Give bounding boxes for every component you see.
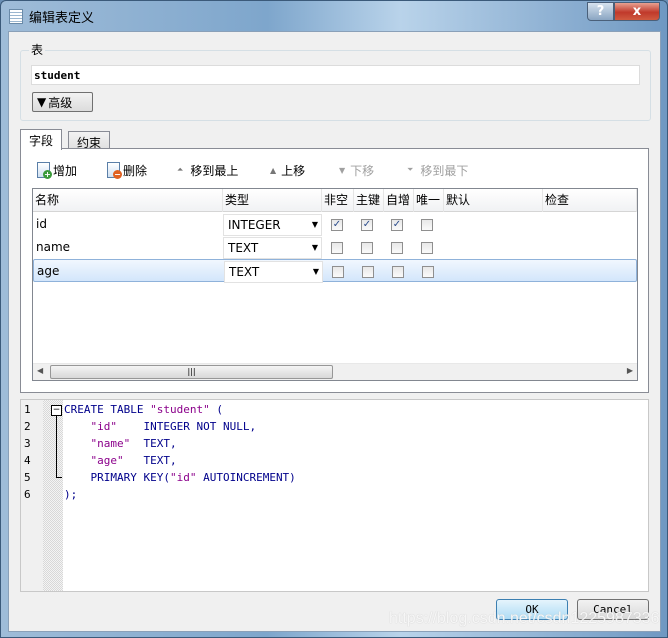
type-value: INTEGER <box>228 218 281 232</box>
checkbox-autoinc[interactable] <box>392 266 404 278</box>
table-row[interactable]: name TEXT ▼ <box>33 236 637 259</box>
checkbox-autoinc[interactable]: ✓ <box>391 219 403 231</box>
move-down-label: 下移 <box>350 163 375 178</box>
field-default[interactable] <box>445 260 544 283</box>
code-line: "name" TEXT, <box>90 437 177 450</box>
advanced-label: 高级 <box>48 95 73 110</box>
dialog-window: 编辑表定义 ? x 表 student ▼ 高级 字段 约束 + 增加 − 删除… <box>0 0 668 638</box>
line-number: 1 <box>24 403 31 416</box>
line-number: 6 <box>24 488 31 501</box>
fold-collapse-icon[interactable]: − <box>51 405 62 416</box>
type-select[interactable]: TEXT ▼ <box>223 237 322 259</box>
table-group <box>20 50 651 121</box>
delete-label: 删除 <box>123 163 148 178</box>
tab-fields[interactable]: 字段 <box>20 129 63 150</box>
title-bar: 编辑表定义 <box>9 7 95 26</box>
checkbox-pk[interactable] <box>362 266 374 278</box>
code-line: ); <box>64 488 78 501</box>
checkbox-not-null[interactable] <box>332 266 344 278</box>
table-name-input[interactable]: student <box>31 65 640 85</box>
delete-field-button[interactable]: − 删除 <box>107 161 147 179</box>
line-number: 4 <box>24 454 31 467</box>
type-value: TEXT <box>229 265 260 279</box>
field-check[interactable] <box>543 236 637 259</box>
move-up-button[interactable]: ▲ 上移 <box>270 161 305 179</box>
code-line: CREATE TABLE "student" ( <box>64 403 223 416</box>
field-default[interactable] <box>444 213 543 236</box>
window-title: 编辑表定义 <box>29 10 95 26</box>
col-pk[interactable]: 主键 <box>354 189 384 212</box>
code-line: "age" TEXT, <box>90 454 177 467</box>
delete-icon: − <box>107 162 122 179</box>
arrow-up-icon: ▲ <box>270 165 277 175</box>
advanced-button[interactable]: ▼ 高级 <box>32 92 93 112</box>
move-down-button[interactable]: ▼ 下移 <box>339 161 374 179</box>
checkbox-pk[interactable]: ✓ <box>361 219 373 231</box>
scroll-left-icon[interactable]: ◀ <box>37 366 43 375</box>
scrollbar-thumb[interactable]: ||| <box>50 365 333 379</box>
chevron-down-icon: ▼ <box>312 267 319 276</box>
line-number: 3 <box>24 437 31 450</box>
checkbox-pk[interactable] <box>361 242 373 254</box>
move-top-icon: ⏶ <box>177 165 184 174</box>
triangle-down-icon: ▼ <box>37 95 47 109</box>
add-label: 增加 <box>53 163 78 178</box>
line-number: 5 <box>24 471 31 484</box>
move-bottom-label: 移到最下 <box>420 163 469 178</box>
horizontal-scrollbar[interactable]: ◀ ||| ▶ <box>33 363 637 380</box>
move-bottom-button[interactable]: ⏷ 移到最下 <box>407 161 468 179</box>
fields-grid: 名称 类型 非空 主键 自增 唯一 默认 检查 id INTEGER ▼ ✓ ✓ ✓ n… <box>32 188 638 381</box>
col-default[interactable]: 默认 <box>444 189 543 212</box>
col-unique[interactable]: 唯一 <box>414 189 444 212</box>
move-bottom-icon: ⏷ <box>407 165 414 174</box>
move-up-label: 上移 <box>281 163 306 178</box>
code-line: "id" INTEGER NOT NULL, <box>90 420 257 433</box>
line-number: 2 <box>24 420 31 433</box>
type-value: TEXT <box>228 241 259 255</box>
watermark: https://blog.csdn.net/csdn1225987336 <box>389 610 660 627</box>
checkbox-autoinc[interactable] <box>391 242 403 254</box>
type-select[interactable]: TEXT ▼ <box>224 261 323 283</box>
checkbox-unique[interactable] <box>421 219 433 231</box>
chevron-down-icon: ▼ <box>311 243 318 252</box>
type-select[interactable]: INTEGER ▼ <box>223 214 322 236</box>
scroll-right-icon[interactable]: ▶ <box>627 366 633 375</box>
dialog-body: 表 student ▼ 高级 字段 约束 + 增加 − 删除 ⏶ 移到最上 ▲ … <box>8 31 661 632</box>
tab-constraints[interactable]: 约束 <box>68 131 111 150</box>
checkbox-unique[interactable] <box>421 242 433 254</box>
field-default[interactable] <box>444 236 543 259</box>
field-check[interactable] <box>543 213 637 236</box>
col-name[interactable]: 名称 <box>33 189 223 212</box>
table-group-label: 表 <box>29 41 46 58</box>
chevron-down-icon: ▼ <box>311 220 318 229</box>
checkbox-unique[interactable] <box>422 266 434 278</box>
add-field-button[interactable]: + 增加 <box>37 161 77 179</box>
arrow-down-icon: ▼ <box>339 165 346 175</box>
code-line: PRIMARY KEY("id" AUTOINCREMENT) <box>64 471 296 484</box>
move-top-label: 移到最上 <box>190 163 239 178</box>
move-top-button[interactable]: ⏶ 移到最上 <box>177 161 238 179</box>
sql-source[interactable]: CREATE TABLE "student" ( "id" INTEGER NO… <box>64 401 296 503</box>
close-button[interactable]: x <box>614 2 660 21</box>
col-check[interactable]: 检查 <box>543 189 637 212</box>
col-not-null[interactable]: 非空 <box>322 189 354 212</box>
grid-header: 名称 类型 非空 主键 自增 唯一 默认 检查 <box>33 189 637 212</box>
fields-panel: + 增加 − 删除 ⏶ 移到最上 ▲ 上移 ▼ 下移 ⏷ 移到最下 名称 类型 <box>20 148 649 393</box>
table-row[interactable]: id INTEGER ▼ ✓ ✓ ✓ <box>33 213 637 236</box>
col-autoinc[interactable]: 自增 <box>384 189 414 212</box>
checkbox-not-null[interactable]: ✓ <box>331 219 343 231</box>
help-button[interactable]: ? <box>587 2 614 21</box>
col-type[interactable]: 类型 <box>223 189 322 212</box>
sql-editor[interactable]: − 1 2 3 4 5 6 CREATE TABLE "student" ( "id" I… <box>20 399 649 592</box>
table-row[interactable]: age TEXT ▼ <box>33 259 637 283</box>
checkbox-not-null[interactable] <box>331 242 343 254</box>
line-numbers: 1 2 3 4 5 6 <box>24 401 31 503</box>
field-name[interactable]: age <box>34 260 224 283</box>
add-icon: + <box>37 162 52 179</box>
table-icon <box>9 8 23 24</box>
field-name[interactable]: id <box>33 213 223 236</box>
field-check[interactable] <box>544 260 637 283</box>
fold-line <box>56 416 62 478</box>
field-name[interactable]: name <box>33 236 223 259</box>
